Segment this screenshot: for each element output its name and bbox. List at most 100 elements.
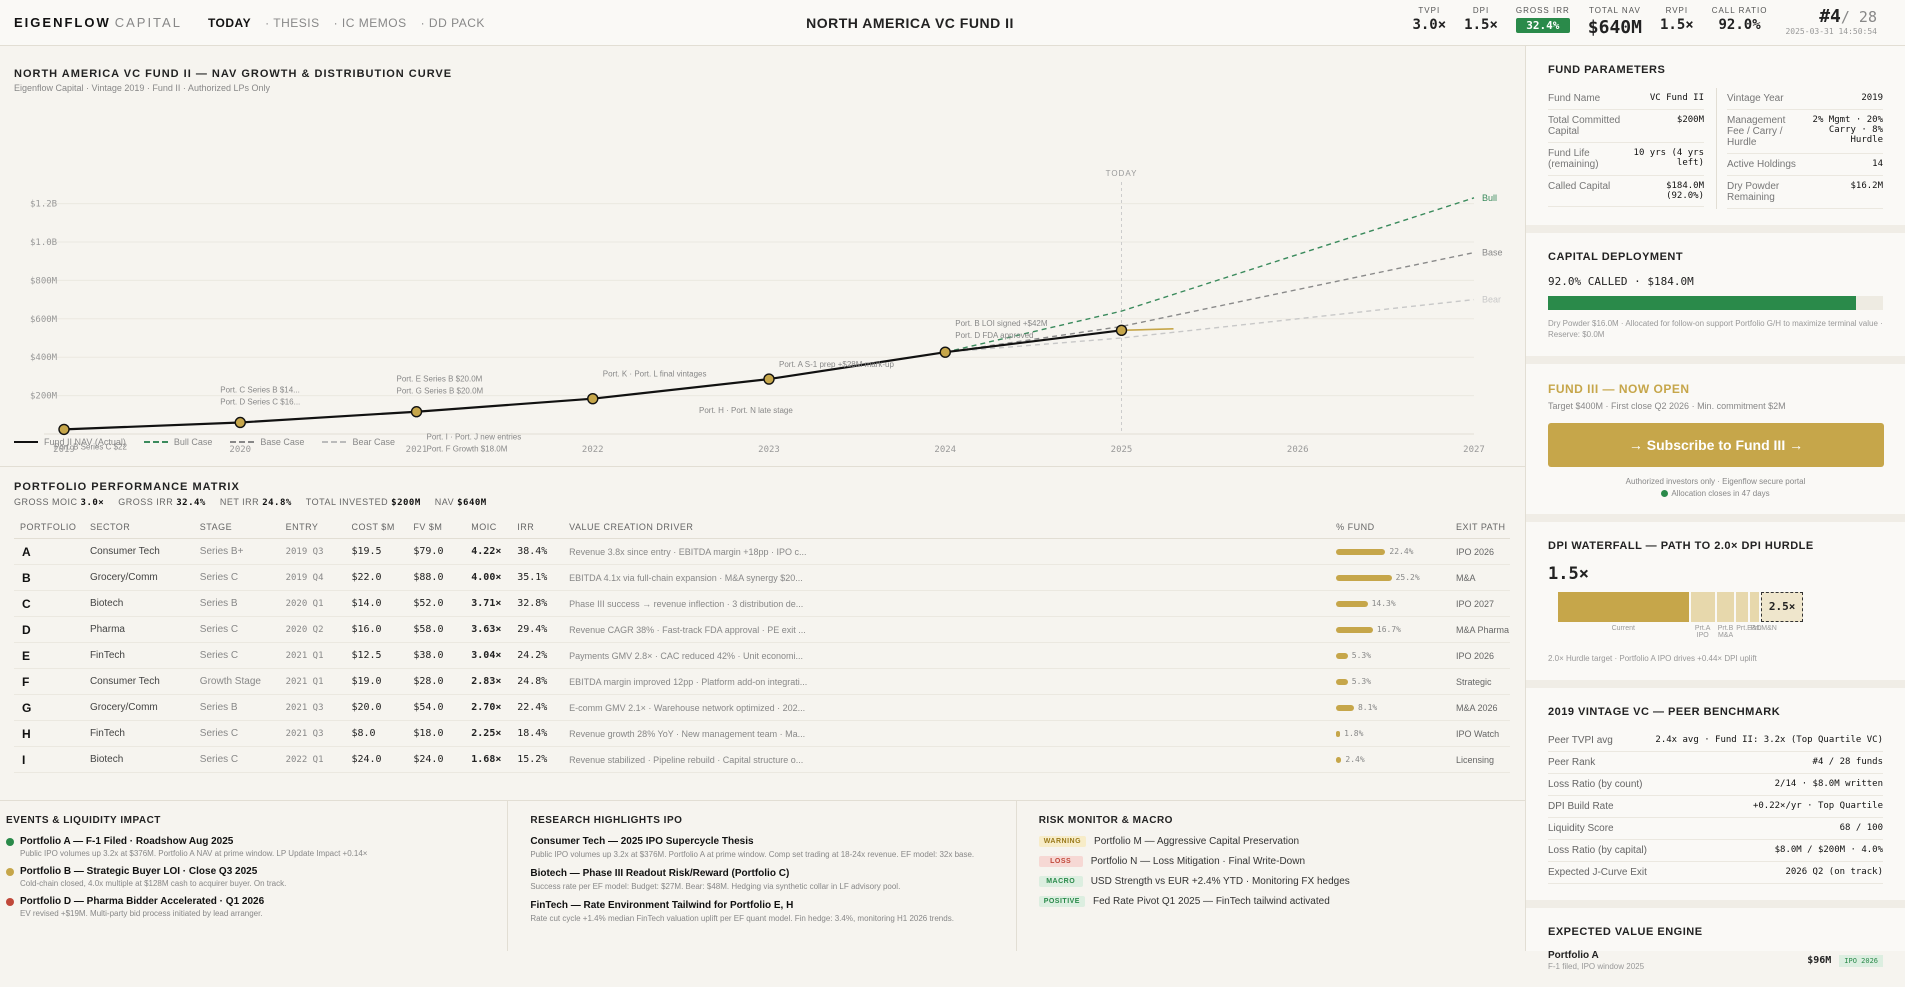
waterfall-bar[interactable] xyxy=(1736,592,1749,622)
brand-logo[interactable]: EIGENFLOW CAPITAL xyxy=(14,15,182,30)
waterfall-bar[interactable] xyxy=(1716,592,1735,622)
legend-item[interactable]: Bear Case xyxy=(322,437,395,447)
cell-moic: 2.83× xyxy=(465,668,512,695)
legend-item[interactable]: Bull Case xyxy=(143,437,212,447)
metric-gross-irr: GROSS IRR 32.4% xyxy=(1515,6,1570,33)
deployment-title: CAPITAL DEPLOYMENT xyxy=(1548,251,1684,263)
cell-irr: 15.2% xyxy=(511,746,564,773)
param-key: Management Fee / Carry / Hurdle xyxy=(1727,115,1786,148)
data-point[interactable] xyxy=(410,406,423,418)
params-title: FUND PARAMETERS xyxy=(1548,64,1666,76)
cell-sector: Biotech xyxy=(83,746,194,773)
nav-tab-1[interactable]: · THESIS xyxy=(265,16,319,30)
table-row[interactable]: G Grocery/Comm Series B 2021 Q3 $20.0 $54.0 2.… xyxy=(14,694,1510,721)
table-row[interactable]: E FinTech Series C 2021 Q1 $12.5 $38.0 3.04× 24… xyxy=(14,642,1510,669)
nav-tab-2[interactable]: · IC MEMOS xyxy=(334,16,407,30)
column-header[interactable]: FV $M xyxy=(407,522,466,539)
bench-value: +0.22×/yr · Top Quartile xyxy=(1752,801,1883,811)
data-point[interactable] xyxy=(1115,324,1128,337)
nav-tab-0[interactable]: TODAY xyxy=(208,16,251,30)
cell-irr: 38.4% xyxy=(511,538,564,565)
table-row[interactable]: H FinTech Series C 2021 Q3 $8.0 $18.0 2.25× 18.… xyxy=(14,720,1510,747)
cell-exit: Licensing xyxy=(1450,746,1510,773)
table-row[interactable]: I Biotech Series C 2022 Q1 $24.0 $24.0 1.68× 15… xyxy=(14,746,1510,773)
column-header[interactable]: EXIT PATH xyxy=(1450,522,1510,539)
data-point[interactable] xyxy=(763,373,775,385)
research-item[interactable]: Consumer Tech — 2025 IPO Supercycle Thes… xyxy=(514,836,1009,860)
param-value: 14 xyxy=(1872,159,1883,169)
cell-driver: Revenue CAGR 38% · Fast-track FDA approv… xyxy=(563,616,1331,643)
column-header[interactable]: STAGE xyxy=(193,522,280,539)
ev-engine-row[interactable]: Portfolio A F-1 filed, IPO window 2025 $… xyxy=(1548,950,1883,971)
event-item[interactable]: Portfolio A — F-1 Filed · Roadshow Aug 2… xyxy=(6,836,501,858)
column-header[interactable]: COST $M xyxy=(345,522,408,539)
cell-irr: 18.4% xyxy=(511,720,564,747)
dpi-note: 2.0× Hurdle target · Portfolio A IPO dri… xyxy=(1548,654,1757,663)
cell-exit: IPO 2026 xyxy=(1450,538,1510,565)
param-value: 2% Mgmt · 20% Carry · 8% Hurdle xyxy=(1812,115,1883,145)
research-item[interactable]: FinTech — Rate Environment Tailwind for … xyxy=(514,900,1009,924)
waterfall-bar[interactable] xyxy=(1558,592,1689,622)
table-row[interactable]: B Grocery/Comm Series C 2019 Q4 $22.0 $88.0 4.… xyxy=(14,564,1510,591)
event-title: Portfolio B — Strategic Buyer LOI · Clos… xyxy=(20,866,258,877)
waterfall-target: 2.5× xyxy=(1761,592,1804,622)
data-point[interactable] xyxy=(939,346,951,358)
cell-irr: 32.8% xyxy=(511,590,564,617)
cell-portfolio: C xyxy=(14,590,84,617)
research-title-item: Consumer Tech — 2025 IPO Supercycle Thes… xyxy=(530,836,754,847)
risk-item[interactable]: MACRO USD Strength vs EUR +2.4% YTD · Mon… xyxy=(1023,876,1519,887)
ev-portfolio-name: Portfolio A xyxy=(1548,950,1599,961)
column-header[interactable]: SECTOR xyxy=(83,522,194,539)
data-point[interactable] xyxy=(234,416,246,429)
nav-chart-section: NORTH AMERICA VC FUND II — NAV GROWTH & … xyxy=(14,68,1514,93)
cell-portfolio: B xyxy=(14,564,84,591)
pct-label: 5.3% xyxy=(1351,677,1372,686)
table-row[interactable]: F Consumer Tech Growth Stage 2021 Q1 $19.0 $2… xyxy=(14,668,1510,695)
column-header[interactable]: PORTFOLIO xyxy=(14,522,84,539)
chart-title: NORTH AMERICA VC FUND II — NAV GROWTH & … xyxy=(14,68,453,80)
status-dot-icon xyxy=(6,838,14,846)
bench-row: Expected J-Curve Exit 2026 Q2 (on track) xyxy=(1548,862,1883,884)
metric-call-ratio: CALL RATIO 92.0% xyxy=(1712,6,1768,33)
risk-item[interactable]: WARNING Portfolio M — Aggressive Capital … xyxy=(1023,836,1519,847)
metric-value: $640M xyxy=(1587,17,1642,38)
cell-sector: Grocery/Comm xyxy=(83,694,194,721)
cell-sector: Pharma xyxy=(83,616,194,643)
column-header[interactable]: MOIC xyxy=(465,522,512,539)
table-row[interactable]: C Biotech Series B 2020 Q1 $14.0 $52.0 3.71× 32… xyxy=(14,590,1510,617)
legend-swatch xyxy=(322,441,347,443)
table-row[interactable]: A Consumer Tech Series B+ 2019 Q3 $19.5 $79.0… xyxy=(14,538,1510,565)
cell-exit: IPO 2027 xyxy=(1450,590,1510,617)
waterfall-bar[interactable] xyxy=(1750,592,1760,622)
data-point[interactable] xyxy=(587,392,599,405)
legend-item[interactable]: Base Case xyxy=(230,437,304,447)
column-header[interactable]: ENTRY xyxy=(279,522,346,539)
data-point[interactable] xyxy=(58,423,70,436)
research-item[interactable]: Biotech — Phase III Readout Risk/Reward … xyxy=(514,868,1009,892)
cell-portfolio: D xyxy=(14,616,84,643)
table-row[interactable]: D Pharma Series C 2020 Q2 $16.0 $58.0 3.63× 29.… xyxy=(14,616,1510,643)
subscribe-fund3-button[interactable]: → Subscribe to Fund III → xyxy=(1548,423,1884,467)
rank-value: #4/ 28 xyxy=(1819,6,1877,27)
param-row: Fund Life (remaining) 10 yrs (4 yrs left) xyxy=(1548,143,1704,176)
bench-row: Loss Ratio (by capital) $8.0M / $200M · 4… xyxy=(1548,840,1883,862)
column-header[interactable]: IRR xyxy=(511,522,564,539)
column-header[interactable]: VALUE CREATION DRIVER xyxy=(563,522,1331,539)
event-item[interactable]: Portfolio B — Strategic Buyer LOI · Clos… xyxy=(6,866,501,888)
event-item[interactable]: Portfolio D — Pharma Bidder Accelerated … xyxy=(6,896,501,918)
bench-key: Peer Rank xyxy=(1548,757,1596,768)
nav-tab-3[interactable]: · DD PACK xyxy=(421,16,485,30)
metric-value: 32.4% xyxy=(1515,18,1570,33)
legend-label: Base Case xyxy=(260,437,305,447)
fund3-panel: FUND III — NOW OPEN Target $400M · First… xyxy=(1526,364,1905,522)
waterfall-bar[interactable] xyxy=(1690,592,1715,622)
event-desc: Public IPO volumes up 3.2x at $376M. Por… xyxy=(20,849,368,858)
risk-item[interactable]: POSITIVE Fed Rate Pivot Q1 2025 — FinTech… xyxy=(1023,896,1519,907)
risk-item[interactable]: LOSS Portfolio N — Loss Mitigation · Fina… xyxy=(1023,856,1519,867)
column-header[interactable]: % FUND xyxy=(1330,522,1450,539)
legend-item[interactable]: Fund II NAV (Actual) xyxy=(14,437,126,447)
cell-fv: $24.0 xyxy=(407,746,466,773)
dpi-waterfall-labels: Current Prt.A IPO Prt.B M&A Prt.E&D Prt.M&N xyxy=(1548,625,1883,639)
metric-label: RVPI xyxy=(1665,6,1689,15)
event-desc: Cold-chain closed, 4.0x multiple at $128… xyxy=(20,879,287,888)
